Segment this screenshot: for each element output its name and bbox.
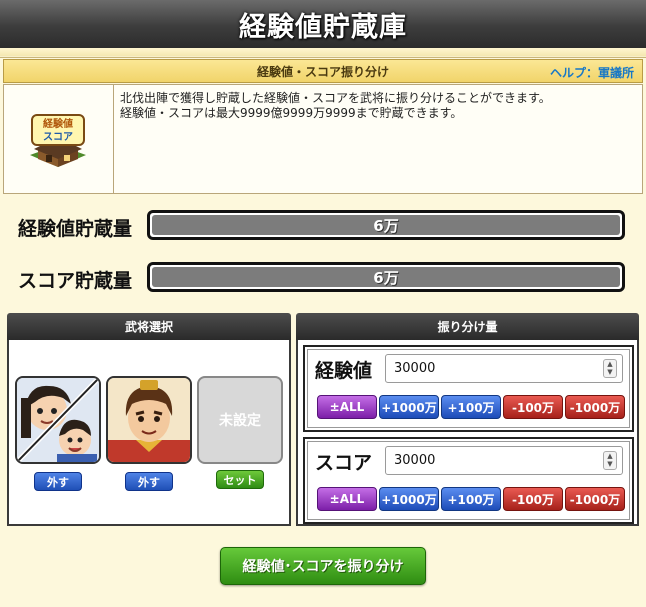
allocation-header: 振り分け量 [296,313,639,340]
storehouse-icon: 経験値 スコア [30,114,86,167]
score-amount-input[interactable]: 30000 ▲ ▼ [385,446,623,475]
empty-slot-label: 未設定 [219,413,261,429]
title-underline [0,48,646,56]
set-general-button[interactable]: セット [216,470,264,489]
description-line-1: 北伐出陣で獲得し貯蔵した経験値・スコアを武将に振り分けることができます。 [120,91,551,105]
general-card-2[interactable] [106,376,192,464]
score-plus-1m-button[interactable]: +100万 [441,487,501,511]
general-select-title: 武将選択 [124,320,173,334]
page-title: 経験値貯蔵庫 [239,11,407,43]
allocate-submit-button[interactable]: 経験値･スコアを振り分け [220,547,426,585]
info-box: 経験値 スコア 北伐出陣で獲得し貯蔵した経験値・スコアを武将に振り分けることがで… [3,84,643,194]
description: 北伐出陣で獲得し貯蔵した経験値・スコアを武将に振り分けることができます。 経験値… [120,91,551,121]
exp-minus-10m-button[interactable]: -1000万 [565,395,625,419]
icon-label-top: 経験値 [43,117,73,130]
remove-general-2-button[interactable]: 外す [125,472,173,491]
allocation-title: 振り分け量 [437,320,498,334]
exp-storage-label: 経験値貯蔵量 [18,218,133,240]
score-allocation-label: スコア [315,452,373,474]
general-portrait-pair [17,378,99,462]
title-bar: 経験値貯蔵庫 [0,0,646,48]
exp-minus-1m-button[interactable]: -100万 [503,395,563,419]
score-amount-spinner[interactable]: ▲ ▼ [603,451,617,470]
score-allocation-box: スコア 30000 ▲ ▼ ±ALL +1000万 +100万 -100万 -10… [303,437,634,524]
score-storage-label: スコア貯蔵量 [18,270,133,292]
score-storage-bar: 6万 [147,262,625,292]
score-all-button[interactable]: ±ALL [317,487,377,511]
icon-cell: 経験値 スコア [4,85,114,193]
exp-storage-bar: 6万 [147,210,625,240]
description-line-2: 経験値・スコアは最大9999億9999万9999まで貯蔵できます。 [120,106,463,120]
general-card-1[interactable] [15,376,101,464]
score-amount-value: 30000 [394,453,436,468]
help-link[interactable]: ヘルプ：軍議所 [550,64,634,81]
exp-all-button[interactable]: ±ALL [317,395,377,419]
exp-amount-value: 30000 [394,361,436,376]
exp-allocation-box: 経験値 30000 ▲ ▼ ±ALL +1000万 +100万 -100万 -10… [303,345,634,432]
exp-allocation-label: 経験値 [315,360,373,382]
exp-plus-1m-button[interactable]: +100万 [441,395,501,419]
icon-label-bottom: スコア [43,131,73,143]
section-title: 経験値・スコア振り分け [256,64,389,79]
general-select-header: 武将選択 [7,313,291,340]
score-plus-10m-button[interactable]: +1000万 [379,487,439,511]
score-minus-1m-button[interactable]: -100万 [503,487,563,511]
section-header: 経験値・スコア振り分け ヘルプ：軍議所 [3,59,643,83]
general-card-empty[interactable]: 未設定 [197,376,283,464]
exp-amount-spinner[interactable]: ▲ ▼ [603,359,617,378]
exp-plus-10m-button[interactable]: +1000万 [379,395,439,419]
remove-general-1-button[interactable]: 外す [34,472,82,491]
exp-storage-value: 6万 [152,215,620,235]
exp-amount-input[interactable]: 30000 ▲ ▼ [385,354,623,383]
score-minus-10m-button[interactable]: -1000万 [565,487,625,511]
general-portrait [108,378,190,462]
score-storage-value: 6万 [152,267,620,287]
